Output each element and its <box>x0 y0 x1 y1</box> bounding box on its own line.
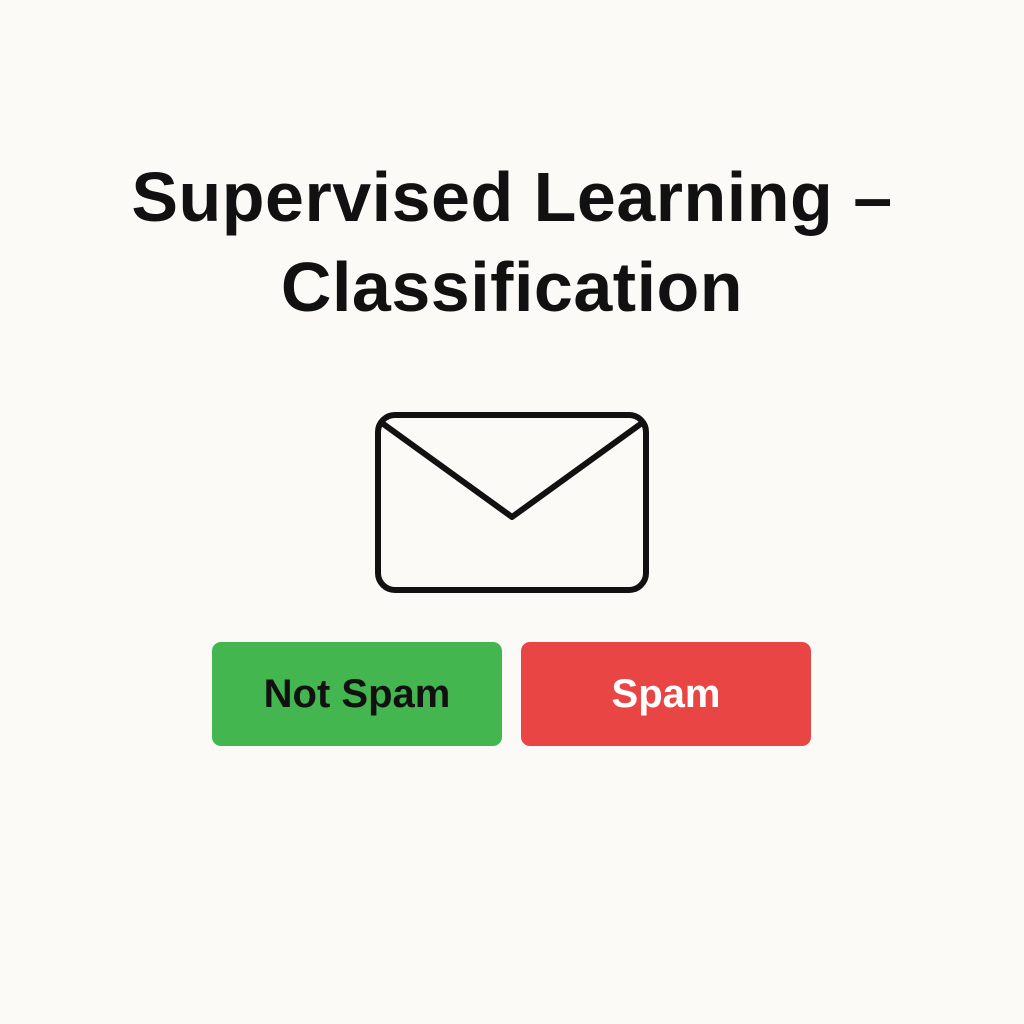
page-title: Supervised Learning – Classification <box>62 152 962 332</box>
envelope-icon <box>374 411 650 594</box>
page-title-line-2: Classification <box>280 248 744 326</box>
not-spam-button[interactable]: Not Spam <box>212 642 502 746</box>
classification-screen: Supervised Learning – Classification Not… <box>0 0 1024 1024</box>
spam-button[interactable]: Spam <box>521 642 811 746</box>
page-title-line-1: Supervised Learning – <box>131 158 893 236</box>
